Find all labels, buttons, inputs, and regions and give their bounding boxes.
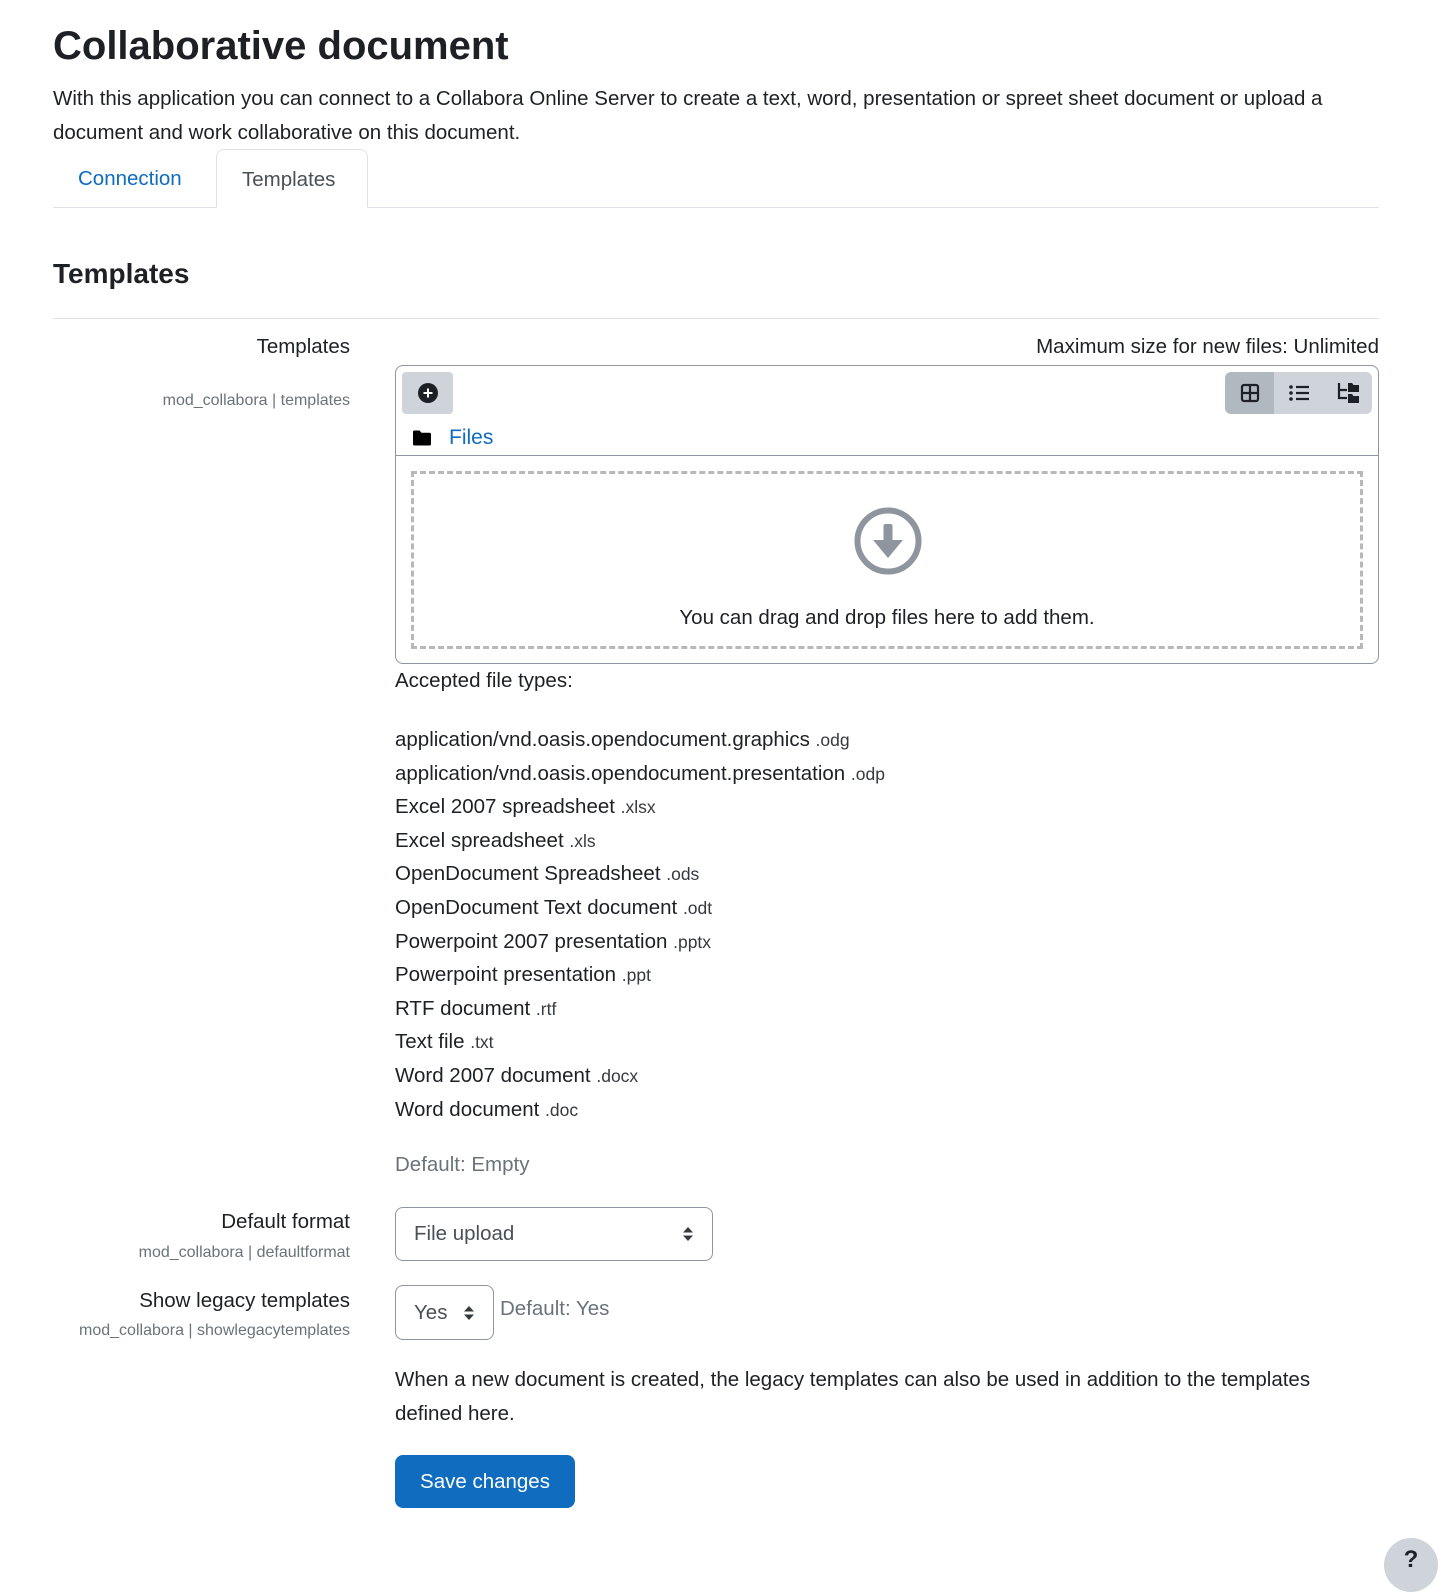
default-format-key: mod_collabora | defaultformat <box>138 1244 350 1261</box>
type-name: Excel 2007 spreadsheet <box>395 795 615 819</box>
type-name: Text file <box>395 1030 465 1054</box>
list-view-button[interactable] <box>1274 372 1323 414</box>
type-ext: .rtf <box>535 998 557 1019</box>
legacy-templates-label: Show legacy templates <box>139 1289 350 1312</box>
legacy-templates-description: When a new document is created, the lega… <box>395 1368 1311 1425</box>
type-name: RTF document <box>395 996 531 1020</box>
list-item: Excel 2007 spreadsheet .xlsx <box>395 790 885 824</box>
type-ext: .xlsx <box>620 797 656 818</box>
add-file-button[interactable] <box>402 372 453 414</box>
list-item: OpenDocument Spreadsheet .ods <box>395 857 885 891</box>
list-view-icon <box>1288 385 1309 401</box>
select-arrows-icon <box>683 1227 693 1241</box>
list-item: OpenDocument Text document .odt <box>395 891 885 925</box>
default-format-select[interactable]: File upload <box>395 1207 713 1261</box>
default-format-value: File upload <box>414 1222 515 1245</box>
plus-circle-icon <box>417 383 438 403</box>
file-manager-divider <box>396 455 1378 456</box>
grid-view-button[interactable] <box>1225 372 1274 414</box>
list-item: Powerpoint 2007 presentation .pptx <box>395 925 885 959</box>
file-path: Files <box>412 426 493 450</box>
list-item: Text file .txt <box>395 1025 885 1059</box>
list-item: application/vnd.oasis.opendocument.graph… <box>395 723 885 757</box>
tree-view-icon <box>1337 383 1359 403</box>
folder-icon <box>413 430 431 446</box>
help-icon: ? <box>1403 1546 1419 1573</box>
view-switcher <box>1225 372 1372 414</box>
type-ext: .odg <box>815 730 850 750</box>
default-format-label: Default format <box>221 1210 350 1233</box>
list-item: Excel spreadsheet .xls <box>395 824 885 858</box>
type-name: application/vnd.oasis.opendocument.graph… <box>395 728 810 751</box>
type-ext: .xls <box>569 830 596 851</box>
accepted-types-title: Accepted file types: <box>395 669 573 692</box>
type-name: OpenDocument Spreadsheet <box>395 862 661 886</box>
page-title: Collaborative document <box>53 24 509 68</box>
accepted-types-list: application/vnd.oasis.opendocument.graph… <box>395 723 885 1126</box>
type-ext: .ppt <box>621 965 651 986</box>
file-manager: Files You can drag and drop files here t… <box>395 365 1379 664</box>
type-ext: .doc <box>545 1099 579 1120</box>
list-item: Word document .doc <box>395 1093 885 1127</box>
type-name: application/vnd.oasis.opendocument.prese… <box>395 761 846 785</box>
type-name: Word document <box>395 1097 540 1121</box>
templates-default: Default: Empty <box>395 1153 530 1176</box>
drop-zone[interactable]: You can drag and drop files here to add … <box>411 471 1363 649</box>
section-heading: Templates <box>53 258 190 289</box>
type-ext: .txt <box>470 1032 494 1053</box>
list-item: RTF document .rtf <box>395 992 885 1026</box>
page-intro: With this application you can connect to… <box>53 87 1323 144</box>
settings-tabs: Connection Templates <box>53 149 1379 208</box>
type-name: OpenDocument Text document <box>395 895 678 919</box>
select-arrows-icon <box>464 1305 474 1320</box>
list-item: Word 2007 document .docx <box>395 1059 885 1093</box>
legacy-templates-value: Yes <box>414 1300 448 1324</box>
type-name: Powerpoint 2007 presentation <box>395 929 668 953</box>
save-changes-button[interactable]: Save changes <box>395 1455 575 1508</box>
type-ext: .docx <box>596 1065 639 1086</box>
grid-view-icon <box>1240 383 1259 403</box>
tree-view-button[interactable] <box>1323 372 1372 414</box>
legacy-templates-select[interactable]: Yes <box>395 1285 494 1340</box>
type-ext: .pptx <box>673 931 712 952</box>
templates-label: Templates <box>256 335 350 358</box>
files-path-link[interactable]: Files <box>449 426 493 450</box>
type-name: Word 2007 document <box>395 1063 591 1087</box>
type-name: Excel spreadsheet <box>395 828 564 852</box>
type-ext: .odp <box>850 763 885 784</box>
list-item: application/vnd.oasis.opendocument.prese… <box>395 757 885 791</box>
tab-connection[interactable]: Connection <box>53 149 207 207</box>
drop-zone-text: You can drag and drop files here to add … <box>679 606 1095 629</box>
section-divider <box>53 318 1379 319</box>
type-ext: .odt <box>682 897 713 918</box>
max-size-info: Maximum size for new files: Unlimited <box>1036 335 1379 358</box>
type-ext: .ods <box>666 864 700 885</box>
download-circle-icon <box>854 507 922 575</box>
legacy-templates-default: Default: Yes <box>500 1297 610 1320</box>
legacy-templates-key: mod_collabora | showlegacytemplates <box>79 1322 350 1339</box>
tab-templates[interactable]: Templates <box>216 149 368 208</box>
list-item: Powerpoint presentation .ppt <box>395 958 885 992</box>
templates-key: mod_collabora | templates <box>162 392 350 409</box>
help-button[interactable]: ? <box>1384 1538 1438 1592</box>
type-name: Powerpoint presentation <box>395 963 617 987</box>
